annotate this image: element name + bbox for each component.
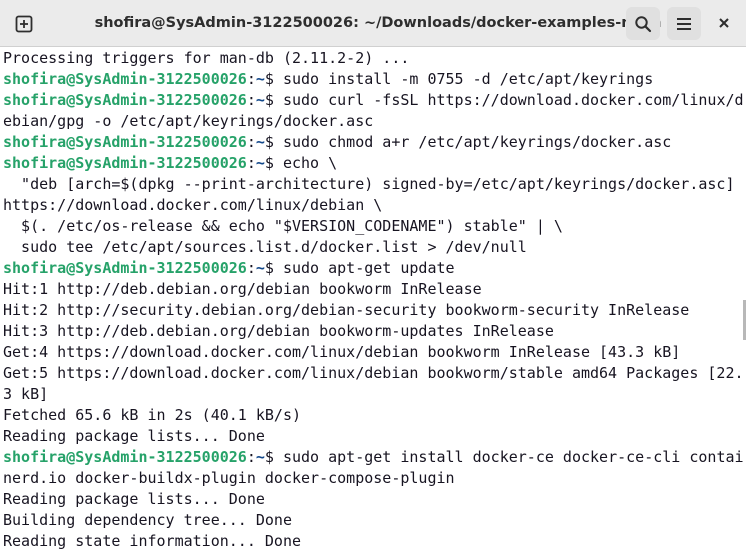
- command-text: $ echo \: [264, 154, 338, 172]
- prompt-user-host: shofira@SysAdmin-3122500026: [3, 133, 247, 151]
- search-icon: [635, 15, 652, 32]
- prompt-separator: :: [246, 259, 256, 277]
- terminal-output-line: Get:4 https://download.docker.com/linux/…: [3, 343, 681, 361]
- close-icon: [719, 18, 729, 28]
- command-text: $ sudo install -m 0755 -d /etc/apt/keyri…: [264, 70, 654, 88]
- terminal-output[interactable]: Processing triggers for man-db (2.11.2-2…: [0, 47, 746, 553]
- terminal-output-line: Get:5 https://download.docker.com/linux/…: [3, 364, 744, 382]
- terminal-output-line: sudo tee /etc/apt/sources.list.d/docker.…: [3, 238, 527, 256]
- hamburger-menu-icon: [677, 17, 691, 30]
- terminal-output-line: Hit:3 http://deb.debian.org/debian bookw…: [3, 322, 554, 340]
- prompt-separator: :: [246, 133, 256, 151]
- command-text: $ sudo curl -fsSL https://download.docke…: [264, 91, 744, 109]
- prompt-path: ~: [255, 259, 265, 277]
- terminal-output-line: Building dependency tree... Done: [3, 511, 292, 529]
- prompt-user-host: shofira@SysAdmin-3122500026: [3, 91, 247, 109]
- terminal-prompt-line: shofira@SysAdmin-3122500026:~$ sudo apt-…: [3, 447, 746, 468]
- prompt-user-host: shofira@SysAdmin-3122500026: [3, 154, 247, 172]
- terminal-output-line: $(. /etc/os-release && echo "$VERSION_CO…: [3, 217, 563, 235]
- prompt-user-host: shofira@SysAdmin-3122500026: [3, 259, 247, 277]
- terminal-output-line: Hit:2 http://security.debian.org/debian-…: [3, 301, 690, 319]
- terminal-output-line: 3 kB]: [3, 385, 49, 403]
- prompt-user-host: shofira@SysAdmin-3122500026: [3, 70, 247, 88]
- terminal-prompt-line: shofira@SysAdmin-3122500026:~$ sudo curl…: [3, 90, 746, 111]
- prompt-separator: :: [246, 70, 256, 88]
- terminal-window: shofira@SysAdmin-3122500026: ~/Downloads…: [0, 0, 746, 553]
- prompt-user-host: shofira@SysAdmin-3122500026: [3, 448, 247, 466]
- terminal-output-line: Reading package lists... Done: [3, 427, 265, 445]
- terminal-output-line: ebian/gpg -o /etc/apt/keyrings/docker.as…: [3, 112, 374, 130]
- prompt-separator: :: [246, 154, 256, 172]
- terminal-output-line: Fetched 65.6 kB in 2s (40.1 kB/s): [3, 406, 302, 424]
- close-button[interactable]: [711, 10, 737, 36]
- terminal-output-line: Reading state information... Done: [3, 532, 302, 550]
- prompt-path: ~: [255, 133, 265, 151]
- header-bar: shofira@SysAdmin-3122500026: ~/Downloads…: [0, 0, 746, 47]
- terminal-output-line: Reading package lists... Done: [3, 490, 265, 508]
- terminal-prompt-line: shofira@SysAdmin-3122500026:~$ echo \: [3, 153, 746, 174]
- prompt-separator: :: [246, 448, 256, 466]
- command-text: $ sudo apt-get install docker-ce docker-…: [264, 448, 744, 466]
- terminal-prompt-line: shofira@SysAdmin-3122500026:~$ sudo inst…: [3, 69, 746, 90]
- search-button[interactable]: [626, 7, 660, 40]
- command-text: $ sudo chmod a+r /etc/apt/keyrings/docke…: [264, 133, 672, 151]
- terminal-prompt-line: shofira@SysAdmin-3122500026:~$ sudo apt-…: [3, 258, 746, 279]
- prompt-path: ~: [255, 91, 265, 109]
- terminal-output-line: "deb [arch=$(dpkg --print-architecture) …: [3, 175, 735, 193]
- prompt-separator: :: [246, 91, 256, 109]
- prompt-path: ~: [255, 70, 265, 88]
- terminal-output-line: https://download.docker.com/linux/debian…: [3, 196, 383, 214]
- terminal-prompt-line: shofira@SysAdmin-3122500026:~$ sudo chmo…: [3, 132, 746, 153]
- prompt-path: ~: [255, 154, 265, 172]
- terminal-output-line: Processing triggers for man-db (2.11.2-2…: [3, 49, 410, 67]
- terminal-output-line: nerd.io docker-buildx-plugin docker-comp…: [3, 469, 455, 487]
- menu-button[interactable]: [667, 7, 701, 40]
- command-text: $ sudo apt-get update: [264, 259, 455, 277]
- prompt-path: ~: [255, 448, 265, 466]
- terminal-output-line: Hit:1 http://deb.debian.org/debian bookw…: [3, 280, 482, 298]
